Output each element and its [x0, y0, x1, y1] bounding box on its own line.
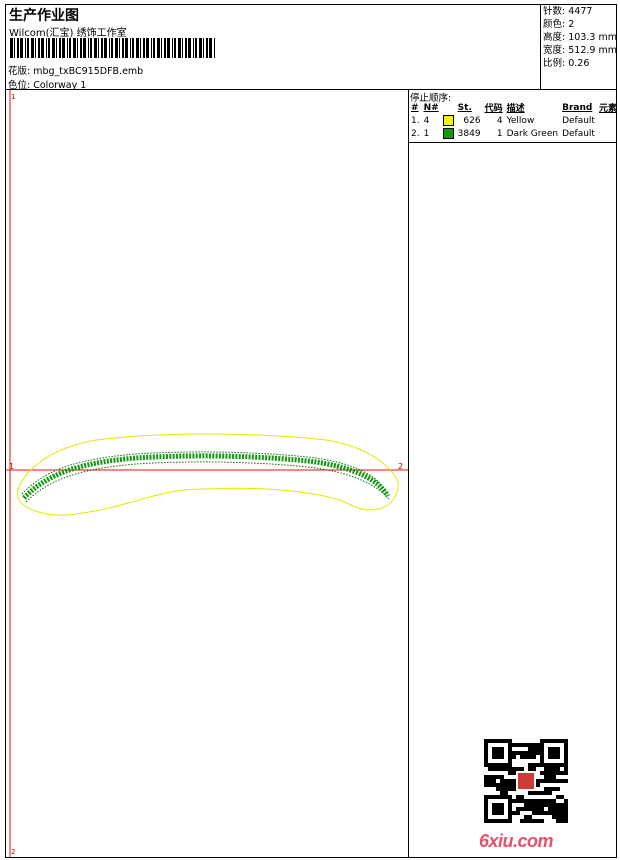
stat-colors: 颜色: 2: [543, 19, 575, 30]
col-index: #: [411, 102, 419, 113]
embroidery-preview: 1 2 1 2: [6, 90, 408, 857]
table-row[interactable]: 1. 4 626 4 Yellow Default: [409, 114, 619, 127]
col-stitches: St.: [457, 102, 472, 113]
company-name: Wilcom(汇宝) 绣饰工作室: [9, 28, 127, 39]
design-label: 花版:: [8, 66, 31, 77]
stat-stitches: 针数: 4477: [543, 6, 593, 17]
production-worksheet: 生产作业图 Wilcom(汇宝) 绣饰工作室 花版: mbg_txBC915DF…: [5, 4, 617, 858]
design-file-row: 花版: mbg_txBC915DFB.emb: [8, 63, 143, 77]
col-desc: 描述: [506, 104, 525, 114]
stop-sequence-panel: 停止顺序: # N# St. 代码 描述 Brand 元素 1. 4 626 4…: [409, 90, 619, 857]
table-row[interactable]: 2. 1 3849 1 Dark Green Default: [409, 127, 619, 140]
col-needle: N#: [423, 102, 439, 113]
bottom-left-marker: 2: [11, 848, 15, 856]
top-left-marker: 1: [11, 93, 15, 101]
header: 生产作业图 Wilcom(汇宝) 绣饰工作室 花版: mbg_txBC915DF…: [6, 5, 617, 91]
page-title: 生产作业图: [9, 8, 79, 24]
divider: [409, 142, 616, 143]
start-marker: 1: [9, 462, 14, 471]
col-brand: Brand: [562, 102, 593, 113]
colorway-row: 色位: Colorway 1: [8, 77, 86, 91]
col-element: 元素: [598, 104, 617, 114]
design-preview-canvas[interactable]: 1 2 1 2: [6, 90, 409, 857]
qr-code-icon[interactable]: [484, 739, 568, 823]
design-filename: mbg_txBC915DFB.emb: [33, 66, 144, 77]
stat-scale: 比例: 0.26: [543, 58, 590, 69]
design-stats: 针数: 4477 颜色: 2 高度: 103.3 mm 宽度: 512.9 mm…: [540, 5, 617, 89]
end-marker: 2: [398, 462, 403, 471]
yellow-swatch-icon: [442, 115, 454, 126]
green-stitch-band: [22, 453, 391, 500]
barcode-icon: [10, 38, 215, 58]
stat-width: 宽度: 512.9 mm: [543, 45, 617, 56]
col-swatch: [441, 101, 456, 114]
yellow-outline: [17, 433, 399, 516]
color-sequence-table: # N# St. 代码 描述 Brand 元素 1. 4 626 4 Yello…: [409, 101, 619, 140]
site-watermark: 6xiu.com: [479, 831, 554, 851]
green-swatch-icon: [442, 128, 454, 139]
col-code: 代码: [484, 104, 503, 114]
table-header: # N# St. 代码 描述 Brand 元素: [409, 101, 619, 115]
stat-height: 高度: 103.3 mm: [543, 32, 617, 43]
